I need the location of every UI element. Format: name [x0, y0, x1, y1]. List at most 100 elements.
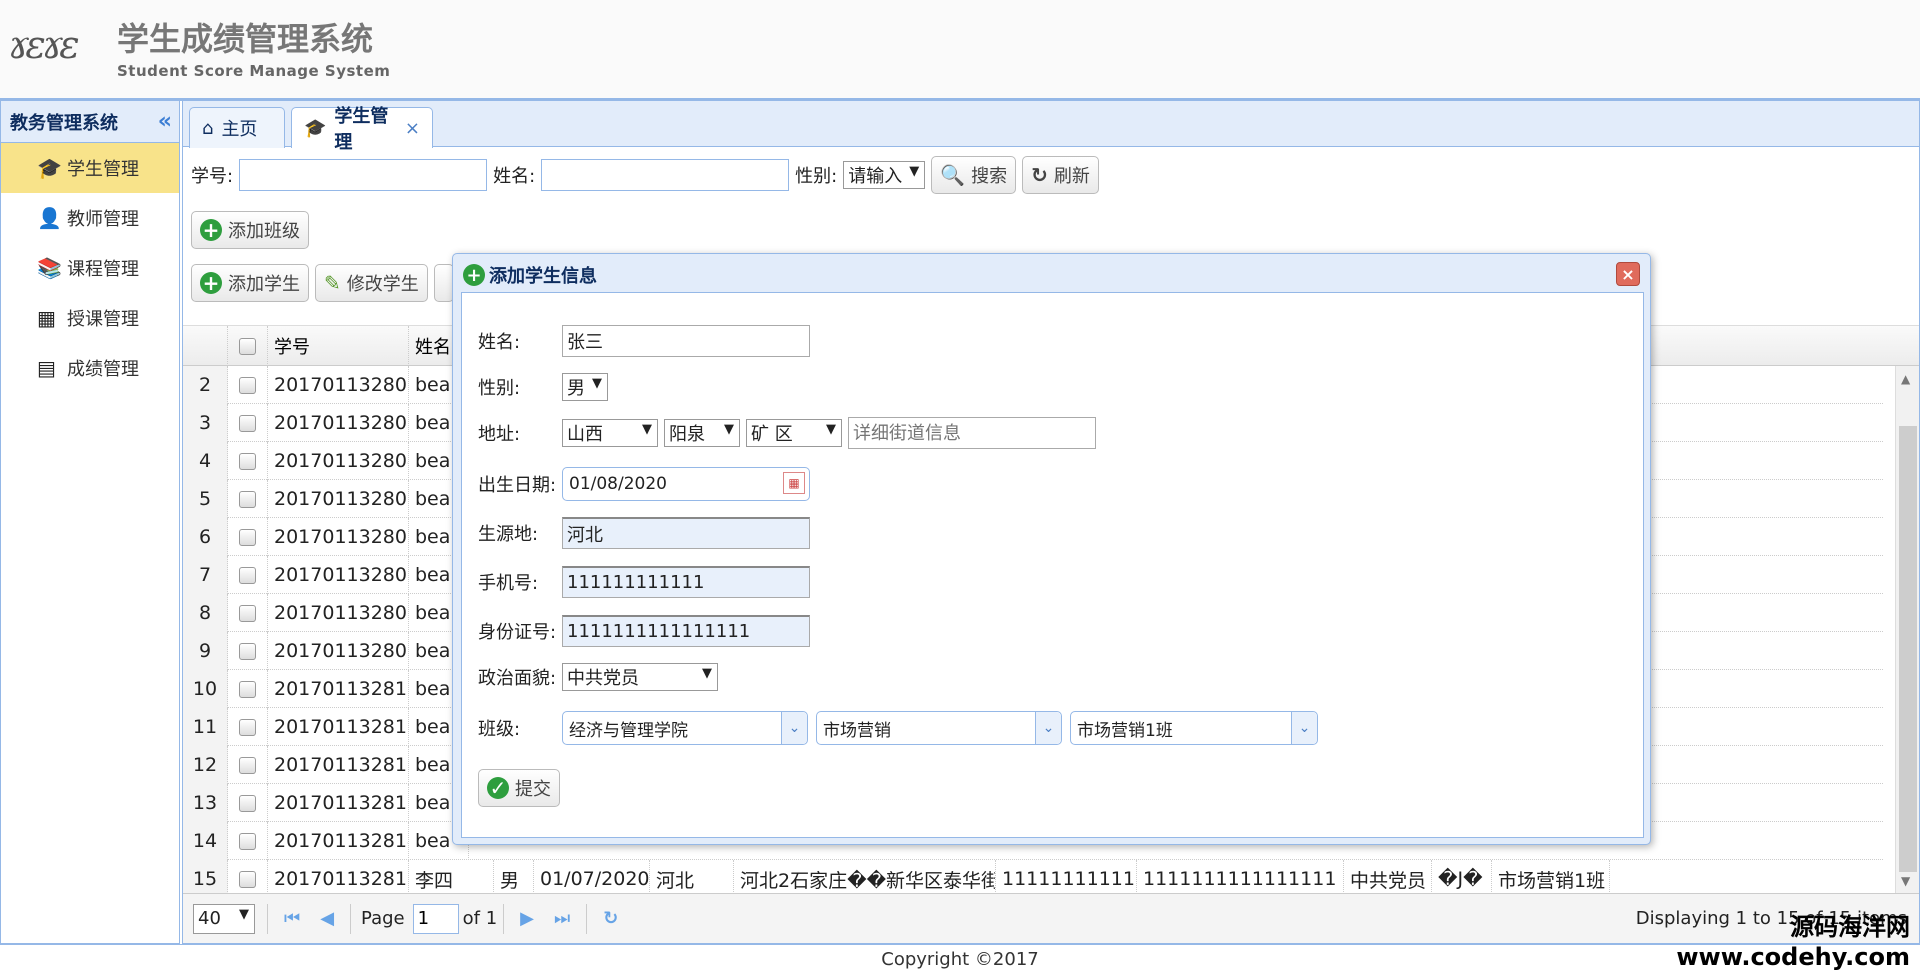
last-page-icon[interactable]: ⏭: [554, 908, 570, 929]
table-cell-address: 河北2石家庄��新华区泰华街: [734, 860, 996, 894]
origin-field[interactable]: 河北: [562, 517, 810, 549]
search-button[interactable]: 🔍 搜索: [931, 156, 1017, 194]
close-icon[interactable]: ×: [405, 118, 420, 139]
chevron-down-icon[interactable]: ⌄: [781, 712, 807, 744]
page-size-select[interactable]: 40 ▼: [193, 903, 255, 934]
sidebar-item-label: 成绩管理: [67, 359, 139, 380]
gender-field-label: 性别:: [478, 378, 521, 399]
birthday-field-label: 出生日期:: [478, 475, 557, 496]
row-checkbox-cell[interactable]: [228, 518, 268, 556]
first-page-icon[interactable]: ⏮: [284, 908, 300, 929]
row-checkbox-cell[interactable]: [228, 404, 268, 442]
select-all-checkbox[interactable]: [239, 337, 256, 355]
class-combobox[interactable]: 市场营销1班 ⌄: [1070, 711, 1318, 745]
name-input[interactable]: [541, 159, 790, 191]
college-combobox[interactable]: 经济与管理学院 ⌄: [562, 711, 808, 745]
edit-student-button[interactable]: ✎ 修改学生: [315, 264, 428, 302]
table-cell-n: 8: [183, 594, 228, 632]
city-select[interactable]: 阳泉 ▼: [664, 419, 740, 447]
logo-mark: ɤɛɤɛ: [8, 22, 112, 68]
scroll-down-icon[interactable]: ▼: [1901, 874, 1910, 888]
divider: [586, 903, 588, 934]
gender-field-select[interactable]: 男 ▼: [562, 373, 608, 401]
add-class-button[interactable]: + 添加班级: [191, 211, 309, 249]
add-student-button[interactable]: + 添加学生: [191, 264, 309, 302]
table-cell-n: 5: [183, 480, 228, 518]
row-checkbox-cell[interactable]: [228, 442, 268, 480]
chevron-down-icon[interactable]: ⌄: [1035, 712, 1061, 744]
next-page-icon[interactable]: ▶: [520, 908, 534, 929]
row-checkbox-cell[interactable]: [228, 594, 268, 632]
row-checkbox[interactable]: [239, 832, 256, 850]
row-checkbox[interactable]: [239, 756, 256, 774]
dialog-title: + 添加学生信息: [463, 260, 597, 290]
scroll-up-icon[interactable]: ▲: [1901, 372, 1910, 386]
row-checkbox-cell[interactable]: [228, 708, 268, 746]
scrollbar-thumb[interactable]: [1899, 426, 1917, 872]
submit-button[interactable]: ✓ 提交: [478, 769, 560, 807]
tab-home[interactable]: ⌂ 主页: [189, 107, 285, 148]
sidebar-item-student[interactable]: 🎓 学生管理: [1, 143, 179, 193]
app-title: 学生成绩管理系统: [117, 20, 374, 58]
refresh-button[interactable]: ↻ 刷新: [1022, 156, 1099, 194]
tab-bar: ⌂ 主页 🎓 学生管理 ×: [183, 101, 1919, 153]
student-id-input[interactable]: [239, 159, 488, 191]
district-select[interactable]: 矿 区 ▼: [746, 419, 842, 447]
collapse-icon[interactable]: «: [158, 109, 172, 134]
row-checkbox-cell[interactable]: [228, 632, 268, 670]
tab-student-management[interactable]: 🎓 学生管理 ×: [291, 106, 433, 153]
row-checkbox-cell[interactable]: [228, 480, 268, 518]
birthday-value: 01/08/2020: [569, 474, 667, 494]
calendar-icon[interactable]: ▦: [783, 472, 805, 494]
form-row-phone: 手机号: 111111111111: [478, 566, 810, 598]
app-header: ɤɛɤɛ 学生成绩管理系统 Student Score Manage Syste…: [0, 0, 1920, 101]
table-row[interactable]: 15 201701132815 李四男 01/07/2020 河北 河北2石家庄��新华区…: [183, 860, 1883, 894]
table-cell-origin: 河北: [650, 860, 734, 894]
major-combobox[interactable]: 市场营销 ⌄: [816, 711, 1062, 745]
vertical-scrollbar[interactable]: ▲ ▼: [1895, 366, 1919, 894]
province-select[interactable]: 山西 ▼: [562, 419, 658, 447]
row-checkbox-cell[interactable]: [228, 822, 268, 860]
grid-toolbar: + 添加学生 ✎ 修改学生: [191, 264, 460, 302]
dialog-close-button[interactable]: ×: [1616, 262, 1640, 286]
row-checkbox-cell[interactable]: [228, 784, 268, 822]
row-checkbox[interactable]: [239, 604, 256, 622]
chevron-down-icon[interactable]: ⌄: [1291, 712, 1317, 744]
politics-select[interactable]: 中共党员 ▼: [562, 663, 718, 691]
idcard-field[interactable]: 1111111111111111: [562, 615, 810, 647]
row-checkbox[interactable]: [239, 718, 256, 736]
row-checkbox[interactable]: [239, 642, 256, 660]
row-checkbox[interactable]: [239, 870, 256, 888]
row-checkbox[interactable]: [239, 452, 256, 470]
reload-icon[interactable]: ↻: [603, 908, 618, 929]
sidebar-header: 教务管理系统 «: [1, 101, 179, 143]
gender-select[interactable]: 请输入 ▼: [843, 161, 926, 189]
row-checkbox[interactable]: [239, 680, 256, 698]
row-checkbox-cell[interactable]: [228, 366, 268, 404]
name-field[interactable]: 张三: [562, 325, 810, 357]
grid-header-id[interactable]: 学号: [268, 326, 409, 366]
row-checkbox-cell[interactable]: [228, 860, 268, 894]
row-checkbox[interactable]: [239, 528, 256, 546]
delete-student-button[interactable]: [433, 264, 454, 302]
row-checkbox-cell[interactable]: [228, 746, 268, 784]
row-checkbox-cell[interactable]: [228, 670, 268, 708]
row-checkbox[interactable]: [239, 794, 256, 812]
sidebar-item-teaching[interactable]: ▦ 授课管理: [1, 293, 179, 343]
table-cell-id: 201701132812: [268, 746, 409, 784]
street-input[interactable]: [848, 417, 1096, 449]
phone-field[interactable]: 111111111111: [562, 566, 810, 598]
prev-page-icon[interactable]: ◀: [320, 908, 334, 929]
row-checkbox[interactable]: [239, 490, 256, 508]
row-checkbox[interactable]: [239, 566, 256, 584]
row-checkbox-cell[interactable]: [228, 556, 268, 594]
sidebar-item-teacher[interactable]: 👤 教师管理: [1, 193, 179, 243]
tab-label: 主页: [221, 119, 258, 140]
sidebar-item-course[interactable]: 📚 课程管理: [1, 243, 179, 293]
grid-header-checkbox[interactable]: [228, 326, 268, 366]
sidebar-item-score[interactable]: ▤ 成绩管理: [1, 343, 179, 393]
page-number-input[interactable]: [412, 903, 459, 934]
row-checkbox[interactable]: [239, 414, 256, 432]
birthday-datebox[interactable]: 01/08/2020 ▦: [562, 467, 810, 501]
row-checkbox[interactable]: [239, 376, 256, 394]
